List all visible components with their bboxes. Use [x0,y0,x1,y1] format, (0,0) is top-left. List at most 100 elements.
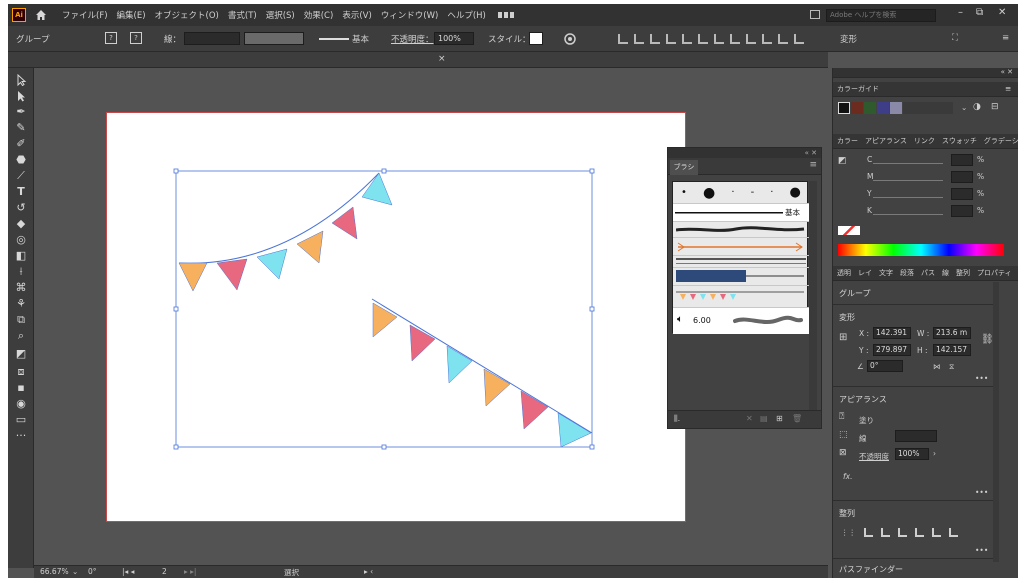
curvature-tool-icon[interactable]: ✎ [14,122,28,134]
isolate-icon[interactable]: ⛶ [952,33,958,43]
menu-type[interactable]: 書式(T) [228,9,257,21]
flag-pink[interactable] [409,324,436,362]
menu-view[interactable]: 表示(V) [342,9,371,21]
brush-size-row[interactable]: 🔈︎ 6.00 [673,308,809,334]
flag-orange[interactable] [178,262,208,292]
channel-c-slider[interactable] [873,163,943,164]
selection-handle[interactable] [381,168,387,174]
distribute-bottom-icon[interactable] [746,34,756,44]
selection-handle[interactable] [589,444,595,450]
align-hcenter-icon[interactable] [881,528,890,537]
opacity-input[interactable]: 100% [434,32,474,45]
dock-collapse-bar[interactable]: « ✕ [833,68,1018,78]
more-options[interactable]: ••• [975,488,988,497]
menu-edit[interactable]: 編集(E) [117,9,146,21]
none-white-black-swatches[interactable] [838,226,860,235]
stroke-weight-input[interactable] [895,430,937,442]
chevron-down-icon[interactable]: ⌄ [72,567,78,576]
selection-handle[interactable] [173,444,179,450]
swatch[interactable] [838,102,850,114]
brush-dot[interactable]: - [751,187,755,198]
tab-brushes[interactable]: ブラシ [670,160,698,175]
selection-handle[interactable] [381,444,387,450]
stroke-weight-input[interactable] [184,32,240,45]
distribute-top-icon[interactable] [714,34,724,44]
brush-dot[interactable]: • [681,187,687,198]
symbol-sprayer-tool-icon[interactable]: ⚘ [14,298,28,310]
align-top-icon[interactable] [915,528,924,537]
brush-dot[interactable]: ● [703,185,715,201]
brush-bunting-row[interactable] [673,286,809,308]
align-right-icon[interactable] [650,34,660,44]
align-left-icon[interactable] [864,528,873,537]
type-tool-icon[interactable]: T [14,186,28,198]
swatch[interactable] [890,102,902,114]
arrange-documents-icon[interactable] [810,10,820,19]
help-search-input[interactable]: Adobe ヘルプを検索 [826,9,936,22]
home-icon[interactable] [34,8,48,22]
options-icon[interactable]: ▤ [760,414,768,423]
brush-dot[interactable]: · [770,187,773,198]
recolor-icon[interactable] [564,33,576,45]
align-to-icon[interactable]: ⋮⋮ [841,528,856,537]
panel-collapse-bar[interactable]: « ✕ [668,148,821,158]
artboard-next-icon[interactable]: ▸ ▸| [184,567,196,576]
properties-tabs[interactable]: 透明 レイ 文字 段落 パス 線 整列 プロパティ [833,266,1018,281]
flag-orange[interactable] [296,230,324,264]
rotation-value[interactable]: 0° [88,567,97,576]
link-icon[interactable]: ⛓ [981,334,994,345]
artboard-first-icon[interactable]: |◂ ◂ [122,567,134,576]
blend-tool-icon[interactable]: ⌘ [14,282,28,294]
menu-window[interactable]: ウィンドウ(W) [381,9,439,21]
color-mode-icon[interactable]: ▪ [14,382,28,394]
new-brush-icon[interactable]: ⊞ [776,414,783,423]
shape-builder-tool-icon[interactable]: ◎ [14,234,28,246]
menu-select[interactable]: 選択(S) [266,9,295,21]
h-input[interactable]: 142.157 [933,344,971,356]
flip-vertical-icon[interactable]: ⧖ [949,362,954,372]
status-arrows-icon[interactable]: ▸ ‹ [364,567,373,576]
brush-dots-row[interactable]: • ● · - · ● [673,182,809,204]
delete-icon[interactable]: 🗑︎ [792,414,802,423]
align-bottom-icon[interactable] [949,528,958,537]
brush-basic-row[interactable]: 基本 [673,204,809,222]
brush-dot[interactable]: · [731,187,734,198]
variable-width-field[interactable] [244,32,304,45]
graphic-style-swatch[interactable] [529,32,543,45]
paintbrush-tool-icon[interactable]: ⟋ [14,170,28,182]
align-top-icon[interactable] [666,34,676,44]
brush-list-scrollbar[interactable] [809,181,817,411]
w-input[interactable]: 213.6 m [933,327,971,339]
more-tools-icon[interactable]: ··· [14,430,28,442]
selection-handle[interactable] [173,306,179,312]
menu-help[interactable]: ヘルプ(H) [447,9,486,21]
flag-pink[interactable] [520,390,549,430]
more-options[interactable]: ••• [975,546,988,555]
opacity-icon[interactable]: ⊠ [839,448,847,458]
brush-arrow-row[interactable] [673,238,809,256]
screen-mode-icon[interactable]: ▭ [14,414,28,426]
flag-pink[interactable] [216,258,248,291]
panel-menu-icon[interactable]: ≡ [809,160,817,170]
rotate-tool-icon[interactable]: ↺ [14,202,28,214]
fill-swatch[interactable]: ? [105,32,117,44]
channel-y-slider[interactable] [873,197,943,198]
swap-colors-icon[interactable]: ⧈ [14,366,28,378]
brush-library-icon[interactable]: ⫼. [674,414,680,424]
channel-y-input[interactable] [951,188,973,200]
selection-handle[interactable] [589,306,595,312]
flag-cyan[interactable] [557,412,592,448]
save-colors-icon[interactable]: ⊟ [991,102,999,112]
stroke-swatch[interactable]: ? [130,32,142,44]
opacity-input[interactable]: 100% [895,448,929,460]
artboard-index[interactable]: 2 [162,567,167,576]
distribute-left-icon[interactable] [762,34,772,44]
gradient-tool-icon[interactable]: ◧ [14,250,28,262]
channel-m-slider[interactable] [873,180,943,181]
channel-c-input[interactable] [951,154,973,166]
brush-charcoal-row[interactable] [673,222,809,238]
flag-cyan[interactable] [256,248,288,280]
draw-mode-icon[interactable]: ◉ [14,398,28,410]
channel-k-slider[interactable] [873,214,943,215]
stroke-swatch-icon[interactable]: ⬚ [839,430,848,440]
